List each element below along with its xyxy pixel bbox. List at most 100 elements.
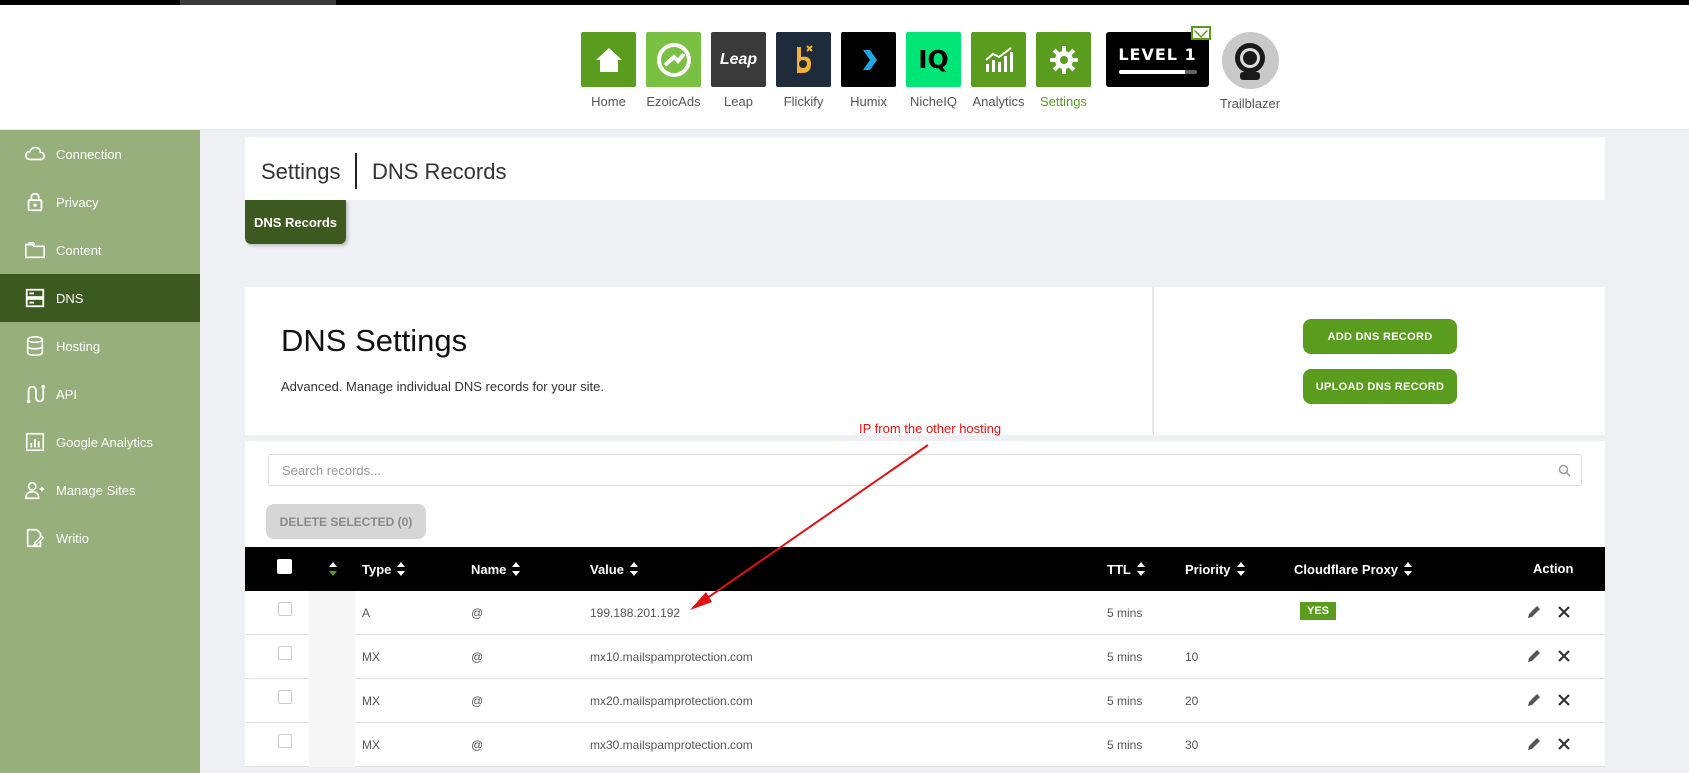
chart-icon — [25, 432, 45, 452]
cell-name: @ — [471, 650, 484, 664]
cell-value: mx30.mailspamprotection.com — [590, 738, 753, 752]
mail-icon[interactable] — [1191, 26, 1211, 40]
column-value[interactable]: Value — [590, 561, 638, 577]
sidebar-item-content[interactable]: Content — [0, 226, 200, 274]
app-label: Home — [591, 94, 626, 109]
sidebar-item-manage-sites[interactable]: Manage Sites — [0, 466, 200, 514]
close-icon[interactable] — [1558, 650, 1570, 662]
ezoicads-icon — [646, 32, 701, 87]
sidebar-item-label: Writio — [56, 530, 89, 546]
cell-value: mx20.mailspamprotection.com — [590, 694, 753, 708]
api-icon — [26, 384, 46, 404]
humix-icon — [841, 32, 896, 87]
proxy-status-badge[interactable]: YES — [1300, 602, 1337, 620]
flickify-icon — [776, 32, 831, 87]
users-icon — [25, 481, 45, 500]
sidebar-item-label: API — [56, 386, 77, 402]
cell-priority: 20 — [1185, 694, 1199, 708]
writio-icon — [26, 528, 45, 548]
column-name[interactable]: Name — [471, 561, 521, 577]
page-title: DNS Records — [372, 159, 507, 184]
leap-icon: Leap — [711, 32, 766, 87]
app-label: NicheIQ — [910, 94, 957, 109]
select-all-checkbox[interactable] — [277, 559, 292, 574]
table-row: A @ 199.188.201.192 5 mins YES — [245, 591, 1605, 635]
cell-ttl: 5 mins — [1107, 606, 1143, 620]
cell-ttl: 5 mins — [1107, 738, 1143, 752]
upload-dns-record-button[interactable]: UPLOAD DNS RECORD — [1303, 369, 1457, 404]
table-row: MX @ mx10.mailspamprotection.com 5 mins … — [245, 635, 1605, 679]
sort-icon — [1404, 561, 1413, 577]
column-cloudflare-proxy[interactable]: Cloudflare Proxy — [1294, 561, 1413, 577]
cell-type: MX — [362, 694, 380, 708]
tab-dns-records[interactable]: DNS Records — [245, 200, 346, 244]
app-leap[interactable]: Leap Leap — [706, 32, 771, 109]
cell-type: A — [362, 606, 371, 620]
close-icon[interactable] — [1558, 606, 1570, 618]
level-text: LEVEL 1 — [1118, 45, 1197, 64]
dns-actions-panel: ADD DNS RECORD UPLOAD DNS RECORD — [1153, 287, 1605, 435]
level-badge[interactable]: LEVEL 1 — [1106, 26, 1211, 87]
cell-priority: 30 — [1185, 738, 1199, 752]
page-title-bar: Settings DNS Records — [245, 137, 1605, 200]
pencil-icon[interactable] — [1526, 736, 1542, 752]
close-icon[interactable] — [1558, 694, 1570, 706]
sidebar-item-google-analytics[interactable]: Google Analytics — [0, 418, 200, 466]
dns-settings-panel: DNS Settings Advanced. Manage individual… — [245, 287, 1152, 435]
sort-icon — [397, 561, 406, 577]
sidebar-item-label: DNS — [56, 290, 84, 306]
row-gutter — [309, 723, 355, 767]
app-settings[interactable]: Settings — [1031, 32, 1096, 109]
cell-name: @ — [471, 738, 484, 752]
row-checkbox[interactable] — [278, 734, 292, 748]
app-analytics[interactable]: Analytics — [966, 32, 1031, 109]
close-icon[interactable] — [1558, 738, 1570, 750]
sidebar-item-label: Hosting — [56, 338, 101, 354]
app-nicheiq[interactable]: IQ NicheIQ — [901, 32, 966, 109]
sidebar-item-hosting[interactable]: Hosting — [0, 322, 200, 370]
row-checkbox[interactable] — [278, 690, 292, 704]
row-checkbox[interactable] — [278, 646, 292, 660]
sidebar-item-label: Google Analytics — [56, 434, 153, 450]
search-icon[interactable] — [1558, 464, 1571, 477]
app-home[interactable]: Home — [576, 32, 641, 109]
gear-icon — [1036, 32, 1091, 87]
column-priority[interactable]: Priority — [1185, 561, 1245, 577]
cell-ttl: 5 mins — [1107, 650, 1143, 664]
cell-priority: 10 — [1185, 650, 1199, 664]
cell-name: @ — [471, 694, 484, 708]
pencil-icon[interactable] — [1526, 604, 1542, 620]
pencil-icon[interactable] — [1526, 692, 1542, 708]
sort-default[interactable] — [323, 561, 337, 577]
column-ttl[interactable]: TTL — [1107, 561, 1145, 577]
add-dns-record-button[interactable]: ADD DNS RECORD — [1303, 319, 1457, 354]
app-label: EzoicAds — [646, 94, 701, 109]
cloud-icon — [25, 146, 45, 161]
sidebar-item-writio[interactable]: Writio — [0, 514, 200, 562]
delete-selected-button[interactable]: DELETE SELECTED (0) — [266, 504, 426, 539]
app-label: Leap — [724, 94, 753, 109]
sidebar-item-privacy[interactable]: Privacy — [0, 178, 200, 226]
column-type[interactable]: Type — [362, 561, 406, 577]
search-input[interactable] — [269, 455, 1529, 485]
sidebar-item-label: Privacy — [56, 194, 99, 210]
sidebar-item-dns[interactable]: DNS — [0, 274, 200, 322]
records-toolbar: DELETE SELECTED (0) — [245, 441, 1605, 547]
user-menu[interactable]: Trailblazer — [1210, 32, 1290, 111]
dns-settings-title: DNS Settings — [281, 323, 468, 358]
cell-type: MX — [362, 738, 380, 752]
row-checkbox[interactable] — [278, 602, 292, 616]
table-row: MX @ mx30.mailspamprotection.com 5 mins … — [245, 723, 1605, 767]
search-box — [268, 454, 1582, 486]
row-gutter — [309, 679, 355, 723]
cell-ttl: 5 mins — [1107, 694, 1143, 708]
pencil-icon[interactable] — [1526, 648, 1542, 664]
sidebar-item-label: Content — [56, 242, 102, 258]
app-ezoicads[interactable]: EzoicAds — [641, 32, 706, 109]
app-flickify[interactable]: Flickify — [771, 32, 836, 109]
breadcrumb-section[interactable]: Settings — [261, 159, 341, 185]
sidebar-item-api[interactable]: API — [0, 370, 200, 418]
sidebar-item-label: Connection — [56, 146, 122, 162]
sidebar-item-connection[interactable]: Connection — [0, 130, 200, 178]
app-humix[interactable]: Humix — [836, 32, 901, 109]
